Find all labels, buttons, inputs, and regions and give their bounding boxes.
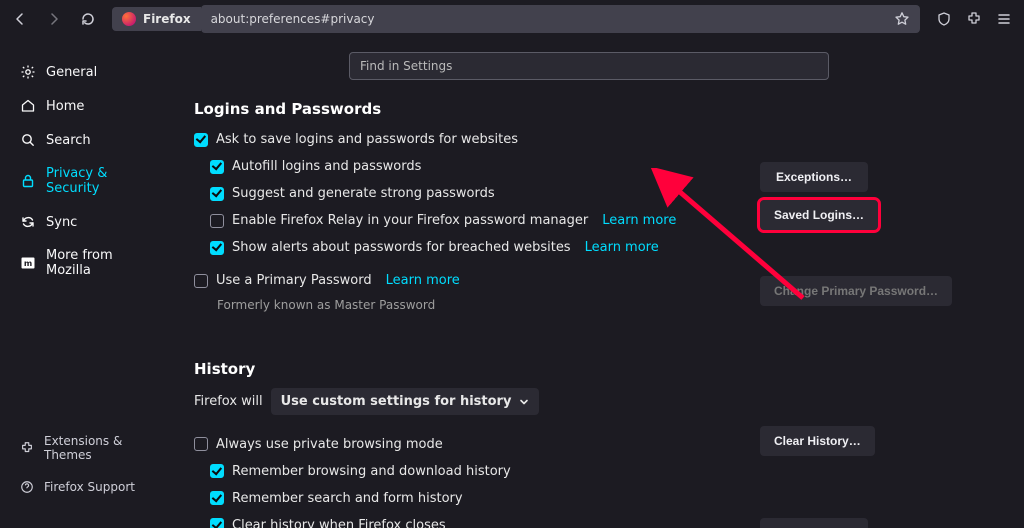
check-label: Use a Primary Password [216,273,372,288]
sidebar-item-home[interactable]: Home [10,90,170,122]
checkbox-icon [210,241,224,255]
check-label: Autofill logins and passwords [232,159,421,174]
section-heading-logins: Logins and Passwords [194,100,984,118]
mozilla-icon: m [20,255,36,271]
sidebar-extensions-link[interactable]: Extensions & Themes [10,426,170,470]
sidebar-support-link[interactable]: Firefox Support [10,472,170,502]
main-content: Find in Settings Logins and Passwords As… [180,38,1024,528]
select-value: Use custom settings for history [281,394,512,409]
check-label: Clear history when Firefox closes [232,518,446,528]
history-mode-select[interactable]: Use custom settings for history [271,388,540,415]
history-will-label: Firefox will [194,394,263,409]
shield-icon[interactable] [936,11,952,27]
check-label: Ask to save logins and passwords for web… [216,132,518,147]
sidebar-item-more[interactable]: m More from Mozilla [10,240,170,286]
sidebar-item-label: Home [46,99,84,114]
find-input[interactable]: Find in Settings [349,52,829,80]
lock-icon [20,173,36,189]
checkbox-icon [210,464,224,478]
check-label: Always use private browsing mode [216,437,443,452]
checkbox-icon [210,491,224,505]
sidebar-item-label: Search [46,133,91,148]
exceptions-button[interactable]: Exceptions… [760,162,868,192]
check-label: Remember search and form history [232,491,463,506]
check-relay[interactable]: Enable Firefox Relay in your Firefox pas… [210,209,760,236]
reload-icon[interactable] [80,11,96,27]
check-suggest[interactable]: Suggest and generate strong passwords [210,182,760,209]
sidebar-item-sync[interactable]: Sync [10,206,170,238]
checkbox-icon [210,214,224,228]
back-icon[interactable] [12,11,28,27]
saved-logins-button[interactable]: Saved Logins… [760,200,878,230]
check-label: Enable Firefox Relay in your Firefox pas… [232,213,588,228]
change-primary-button: Change Primary Password… [760,276,952,306]
sync-icon [20,214,36,230]
sidebar-item-search[interactable]: Search [10,124,170,156]
check-ask-save[interactable]: Ask to save logins and passwords for web… [194,128,760,155]
learn-more-primary[interactable]: Learn more [386,273,460,288]
url-bar[interactable]: about:preferences#privacy [201,5,920,33]
sidebar-item-label: General [46,65,97,80]
sidebar-item-label: Sync [46,215,77,230]
home-icon [20,98,36,114]
sidebar-item-general[interactable]: General [10,56,170,88]
bookmark-star-icon[interactable] [894,11,910,27]
section-heading-history: History [194,360,984,378]
check-always-private[interactable]: Always use private browsing mode [194,433,760,460]
forward-icon[interactable] [46,11,62,27]
url-text: about:preferences#privacy [211,12,375,26]
check-label: Remember browsing and download history [232,464,511,479]
sidebar-item-label: Privacy & Security [46,166,160,196]
checkbox-icon [194,133,208,147]
firefox-icon [122,12,136,26]
svg-text:m: m [24,259,32,268]
extensions-icon [20,441,34,455]
learn-more-breach[interactable]: Learn more [585,240,659,255]
chevron-down-icon [519,397,529,407]
check-label: Show alerts about passwords for breached… [232,240,571,255]
extensions-icon[interactable] [966,11,982,27]
primary-password-note: Formerly known as Master Password [217,298,760,312]
section-logins: Logins and Passwords Ask to save logins … [194,100,984,312]
check-primary-password[interactable]: Use a Primary Password Learn more [194,269,760,296]
browser-chrome: Firefox about:preferences#privacy [0,0,1024,38]
sidebar-item-label: More from Mozilla [46,248,160,278]
check-autofill[interactable]: Autofill logins and passwords [210,155,760,182]
app-menu-icon[interactable] [996,11,1012,27]
gear-icon [20,64,36,80]
history-settings-button[interactable]: Settings… [760,518,868,528]
sidebar: General Home Search Privacy & Security S… [0,38,180,528]
sidebar-item-label: Firefox Support [44,480,135,494]
check-label: Suggest and generate strong passwords [232,186,495,201]
check-breach[interactable]: Show alerts about passwords for breached… [210,236,760,263]
checkbox-icon [210,187,224,201]
tab-label: Firefox [143,12,191,26]
sidebar-item-label: Extensions & Themes [44,434,160,462]
sidebar-item-privacy[interactable]: Privacy & Security [10,158,170,204]
clear-history-button[interactable]: Clear History… [760,426,875,456]
check-remember-search[interactable]: Remember search and form history [210,487,760,514]
checkbox-icon [210,518,224,528]
learn-more-relay[interactable]: Learn more [602,213,676,228]
find-placeholder: Find in Settings [360,59,452,73]
check-remember-browsing[interactable]: Remember browsing and download history [210,460,760,487]
check-clear-close[interactable]: Clear history when Firefox closes [210,514,760,528]
section-history: History Firefox will Use custom settings… [194,360,984,528]
active-tab[interactable]: Firefox [112,7,201,31]
checkbox-icon [210,160,224,174]
checkbox-icon [194,274,208,288]
checkbox-icon [194,437,208,451]
help-icon [20,480,34,494]
search-icon [20,132,36,148]
